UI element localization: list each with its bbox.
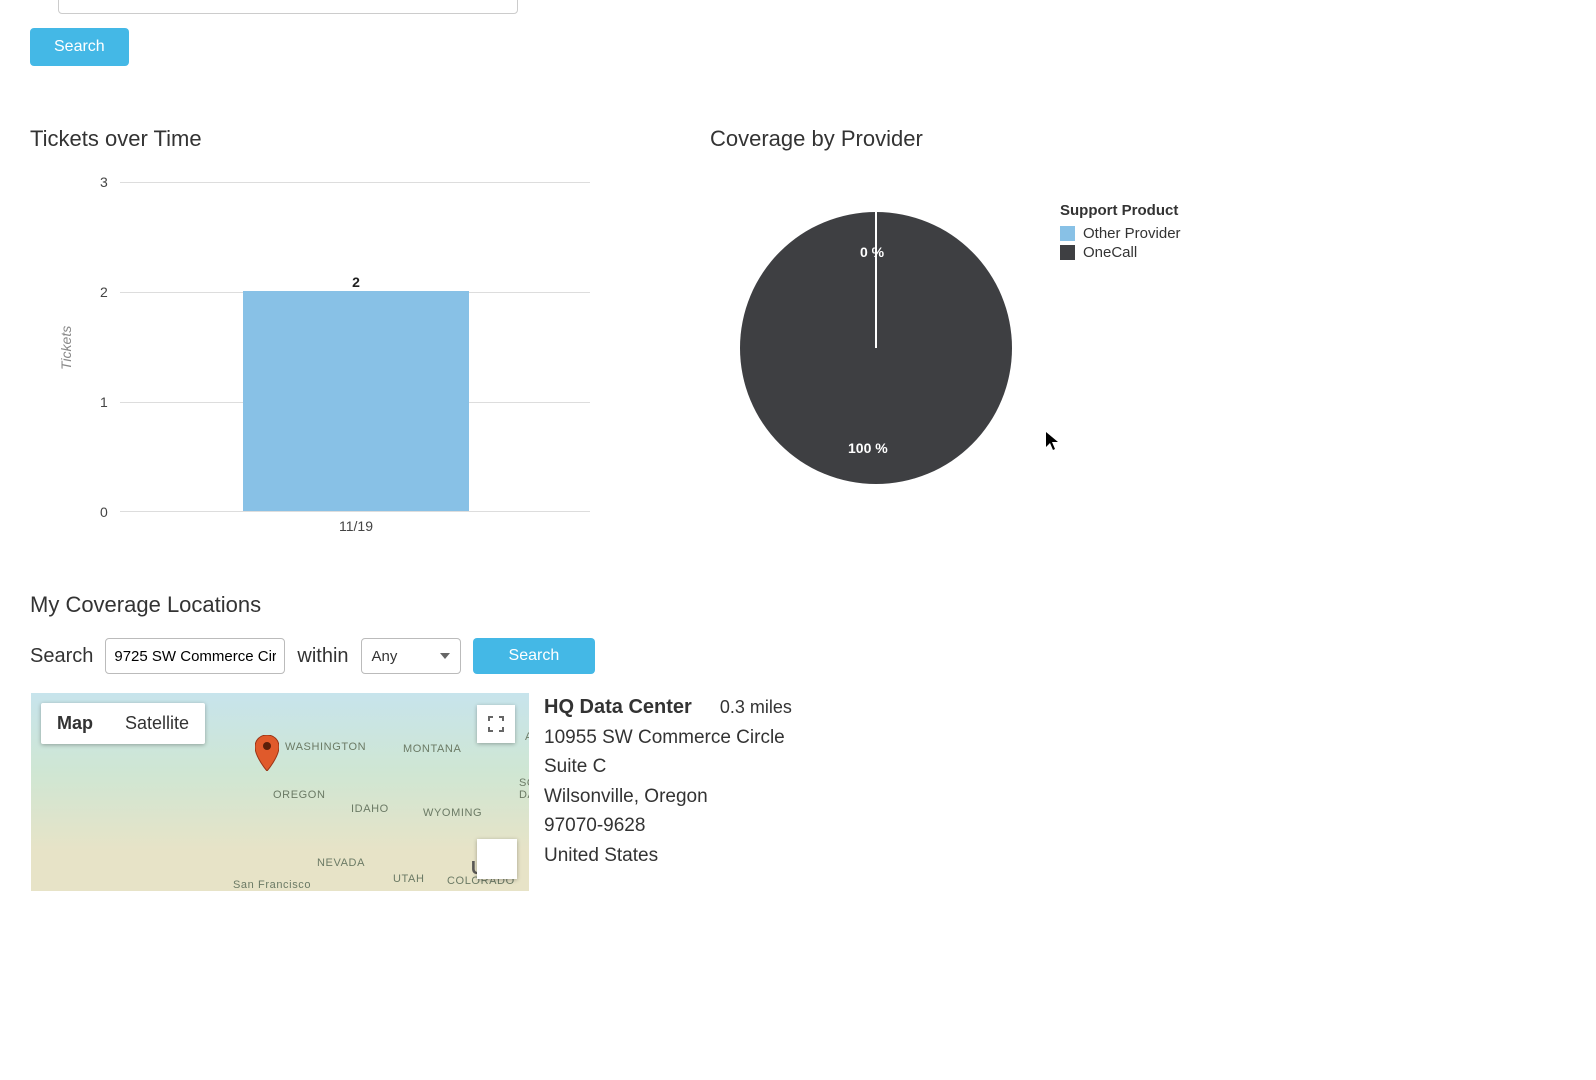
bar-11-19	[243, 291, 469, 511]
coverage-section-title: My Coverage Locations	[30, 592, 1566, 618]
coverage-search-label: Search	[30, 645, 93, 668]
y-tick-1: 1	[100, 394, 108, 410]
map-zoom-button[interactable]	[477, 839, 517, 879]
x-tick-11-19: 11/19	[339, 518, 373, 534]
pie-label-other: 0 %	[860, 244, 884, 260]
pie-label-onecall: 100 %	[848, 440, 888, 456]
bar-plot-area: 2	[120, 182, 590, 512]
pie-slice-onecall: 0 % 100 %	[740, 212, 1012, 484]
legend-item-other: Other Provider	[1060, 225, 1181, 242]
top-search-input[interactable]	[58, 0, 518, 14]
pie-chart-title: Coverage by Provider	[710, 126, 1350, 152]
coverage-distance-select[interactable]: Any	[361, 638, 461, 674]
coverage-within-label: within	[297, 645, 348, 668]
y-axis-label: Tickets	[58, 326, 74, 370]
top-search-button[interactable]: Search	[30, 28, 129, 66]
location-name: HQ Data Center	[544, 692, 692, 723]
location-address-line4: 97070-9628	[544, 811, 792, 840]
fullscreen-icon	[488, 716, 504, 732]
gridline	[120, 182, 590, 183]
legend-label-other: Other Provider	[1083, 225, 1181, 242]
map-region-utah: UTAH	[393, 873, 425, 885]
tickets-chart-title: Tickets over Time	[30, 126, 670, 152]
map-region-idaho: IDAHO	[351, 803, 389, 815]
legend-item-onecall: OneCall	[1060, 244, 1181, 261]
map-marker-icon	[255, 735, 279, 778]
legend-label-onecall: OneCall	[1083, 244, 1137, 261]
location-address-line5: United States	[544, 841, 792, 870]
map-region-da: DA	[519, 789, 530, 801]
location-details: HQ Data Center 0.3 miles 10955 SW Commer…	[544, 692, 792, 892]
bar-value-label: 2	[352, 274, 360, 290]
map[interactable]: WASHINGTON MONTANA OREGON IDAHO WYOMING …	[30, 692, 530, 892]
location-address-line2: Suite C	[544, 752, 792, 781]
location-address-line1: 10955 SW Commerce Circle	[544, 723, 792, 752]
map-region-a: A	[525, 731, 530, 743]
coverage-search-button[interactable]: Search	[473, 638, 596, 674]
y-tick-3: 3	[100, 174, 108, 190]
tickets-over-time-chart: Tickets over Time Tickets 3 2 1 0 2 11/1…	[30, 126, 670, 552]
map-region-nevada: NEVADA	[317, 857, 365, 869]
pie-legend: Support Product Other Provider OneCall	[1060, 202, 1181, 263]
coverage-by-provider-chart: Coverage by Provider 0 % 100 % Support P…	[710, 126, 1350, 552]
legend-title: Support Product	[1060, 202, 1181, 219]
coverage-search-input[interactable]	[105, 638, 285, 674]
cursor-icon	[1046, 432, 1060, 455]
y-tick-2: 2	[100, 284, 108, 300]
map-fullscreen-button[interactable]	[477, 705, 515, 743]
map-region-washington: WASHINGTON	[285, 741, 366, 753]
map-region-wyoming: WYOMING	[423, 807, 482, 819]
location-distance: 0.3 miles	[720, 694, 792, 722]
coverage-distance-value: Any	[372, 648, 398, 665]
y-tick-0: 0	[100, 504, 108, 520]
map-type-map-button[interactable]: Map	[41, 703, 109, 744]
legend-swatch-onecall	[1060, 245, 1075, 260]
legend-swatch-other	[1060, 226, 1075, 241]
map-region-sf: San Francisco	[233, 879, 311, 891]
pie-divider	[875, 212, 877, 348]
map-region-so: SO	[519, 777, 530, 789]
map-region-oregon: OREGON	[273, 789, 326, 801]
chevron-down-icon	[440, 653, 450, 659]
location-address-line3: Wilsonville, Oregon	[544, 782, 792, 811]
map-type-controls: Map Satellite	[41, 703, 205, 744]
map-region-montana: MONTANA	[403, 743, 461, 755]
map-type-satellite-button[interactable]: Satellite	[109, 703, 205, 744]
